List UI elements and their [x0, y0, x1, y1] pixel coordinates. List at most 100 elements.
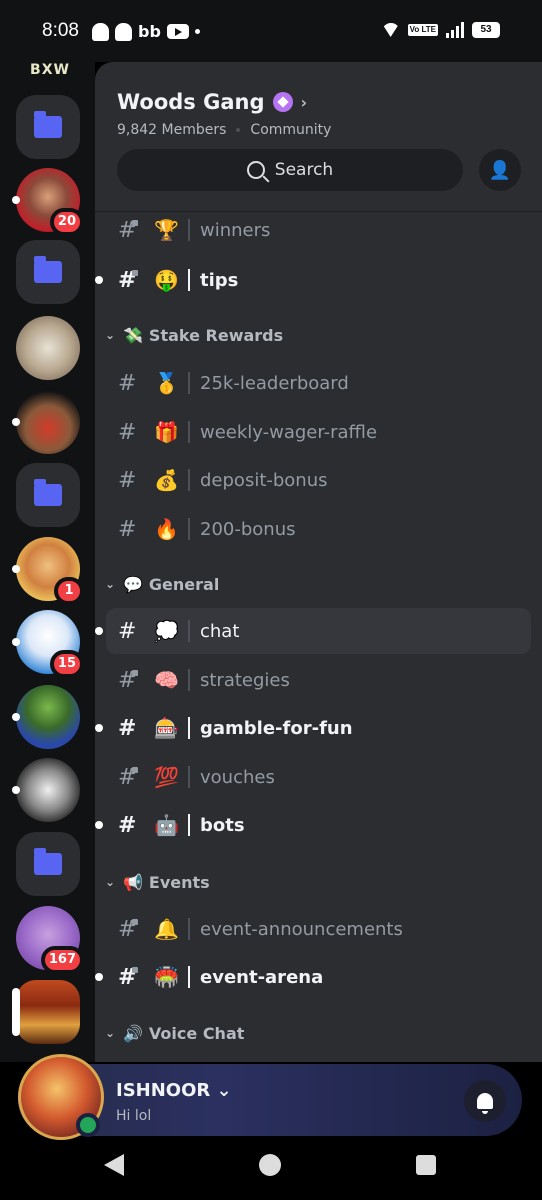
channel-emoji: 🔔: [154, 917, 179, 941]
unread-indicator: [95, 821, 103, 829]
signal-icon: [446, 22, 464, 38]
back-icon[interactable]: [104, 1154, 124, 1176]
channel-name: gamble-for-fun: [200, 717, 353, 739]
channel-separator: [188, 469, 190, 491]
category-emoji: 💬: [123, 574, 143, 594]
channel-separator: [188, 766, 190, 788]
folder-icon: [34, 848, 62, 875]
server-icon[interactable]: [12, 390, 80, 454]
channel-name: event-arena: [200, 966, 324, 988]
youtube-icon: [166, 24, 189, 39]
channel-name: event-announcements: [200, 918, 403, 940]
channel-event-announcements[interactable]: # 🔔 event-announcements: [106, 906, 531, 952]
channel-weekly-wager-raffle[interactable]: # 🎁 weekly-wager-raffle: [106, 409, 531, 455]
category-stake-rewards[interactable]: ⌄ 💸 Stake Rewards: [105, 320, 283, 350]
unread-indicator: [95, 724, 103, 732]
text-channel-icon: #: [118, 812, 137, 838]
channel-emoji: 🏟️: [154, 965, 179, 989]
server-folder[interactable]: [16, 95, 80, 159]
snapchat-icon: [92, 22, 109, 41]
channel-25k-leaderboard[interactable]: # 🥇 25k-leaderboard: [106, 360, 531, 406]
server-icon[interactable]: [12, 685, 80, 749]
text-channel-icon: #: [118, 370, 137, 396]
server-icon-selected[interactable]: [12, 980, 80, 1044]
unread-indicator: [95, 627, 103, 635]
category-voice-chat[interactable]: ⌄ 🔊 Voice Chat: [105, 1018, 244, 1048]
home-icon[interactable]: [259, 1154, 281, 1176]
locked-text-channel-icon: #: [118, 267, 138, 293]
chevron-down-icon: ⌄: [105, 577, 116, 591]
channel-winners[interactable]: # 🏆 winners: [106, 207, 531, 253]
locked-text-channel-icon: #: [118, 667, 138, 693]
notifications-button[interactable]: [464, 1080, 506, 1122]
channel-name: strategies: [200, 669, 290, 691]
channel-name: 25k-leaderboard: [200, 372, 349, 394]
volte-icon: Vo LTE: [407, 24, 438, 36]
channel-deposit-bonus[interactable]: # 💰 deposit-bonus: [106, 457, 531, 503]
channel-emoji: 🥇: [154, 371, 179, 395]
channel-chat[interactable]: # 💭 chat: [106, 608, 531, 654]
battery-icon: 53: [472, 22, 500, 38]
server-meta: 9,842 Members Community: [117, 122, 331, 138]
server-icon[interactable]: 1: [12, 537, 84, 605]
category-name: Events: [148, 872, 210, 892]
server-title[interactable]: Woods Gang ›: [117, 90, 307, 114]
invite-members-button[interactable]: 👤: [479, 149, 521, 191]
channel-emoji: 🤖: [154, 813, 179, 837]
member-count: 9,842 Members: [117, 122, 227, 138]
channel-name: 200-bonus: [200, 518, 296, 540]
recent-apps-icon[interactable]: [416, 1155, 436, 1175]
text-channel-icon: #: [118, 715, 137, 741]
bb-icon: bb: [138, 22, 161, 41]
category-general[interactable]: ⌄ 💬 General: [105, 569, 219, 599]
channel-200-bonus[interactable]: # 🔥 200-bonus: [106, 506, 531, 552]
channel-emoji: 🤑: [154, 268, 179, 292]
locked-text-channel-icon: #: [118, 964, 138, 990]
channel-emoji: 💯: [154, 765, 179, 789]
mention-badge: 15: [49, 650, 84, 678]
server-icon[interactable]: [12, 758, 80, 822]
online-status-icon: [76, 1113, 100, 1137]
bell-icon: [477, 1093, 493, 1114]
locked-text-channel-icon: #: [118, 764, 138, 790]
unread-indicator: [95, 276, 103, 284]
channel-vouches[interactable]: # 💯 vouches: [106, 754, 531, 800]
channel-event-arena[interactable]: # 🏟️ event-arena: [106, 954, 531, 1000]
server-folder[interactable]: [16, 240, 80, 304]
server-rail: BXW 20 1 15 167: [0, 62, 95, 1062]
server-folder[interactable]: [16, 463, 80, 527]
folder-icon: [34, 479, 62, 506]
search-button[interactable]: Search: [117, 149, 463, 191]
server-icon[interactable]: [16, 316, 80, 380]
channel-gamble-for-fun[interactable]: # 🎰 gamble-for-fun: [106, 705, 531, 751]
server-folder[interactable]: [16, 832, 80, 896]
server-icon[interactable]: 20: [12, 168, 84, 236]
channel-emoji: 🧠: [154, 668, 179, 692]
server-type: Community: [250, 122, 332, 138]
server-icon[interactable]: 15: [12, 610, 84, 678]
chevron-down-icon: ⌄: [216, 1080, 232, 1101]
channel-strategies[interactable]: # 🧠 strategies: [106, 657, 531, 703]
channel-separator: [188, 918, 190, 940]
channel-separator: [188, 518, 190, 540]
channel-separator: [188, 421, 190, 443]
mention-badge: 20: [49, 208, 84, 236]
chevron-down-icon: ⌄: [105, 875, 116, 889]
notification-icons: bb: [92, 22, 200, 41]
more-notifications-dot-icon: [194, 29, 200, 34]
server-header: Woods Gang › 9,842 Members Community Sea…: [95, 62, 542, 212]
server-logo[interactable]: BXW: [22, 62, 78, 84]
channel-bots[interactable]: # 🤖 bots: [106, 802, 531, 848]
username[interactable]: ISHNOOR ⌄: [116, 1080, 232, 1101]
category-emoji: 🔊: [123, 1023, 143, 1043]
category-events[interactable]: ⌄ 📢 Events: [105, 867, 210, 897]
server-boost-icon: [272, 92, 293, 112]
category-name: Stake Rewards: [148, 325, 284, 345]
category-emoji: 📢: [123, 872, 143, 892]
category-emoji: 💸: [123, 325, 143, 345]
wifi-icon: [381, 23, 400, 37]
server-icon[interactable]: 167: [16, 906, 84, 974]
channel-tips[interactable]: # 🤑 tips: [106, 257, 531, 303]
channel-separator: [188, 219, 190, 241]
channel-panel: Woods Gang › 9,842 Members Community Sea…: [95, 62, 542, 1062]
